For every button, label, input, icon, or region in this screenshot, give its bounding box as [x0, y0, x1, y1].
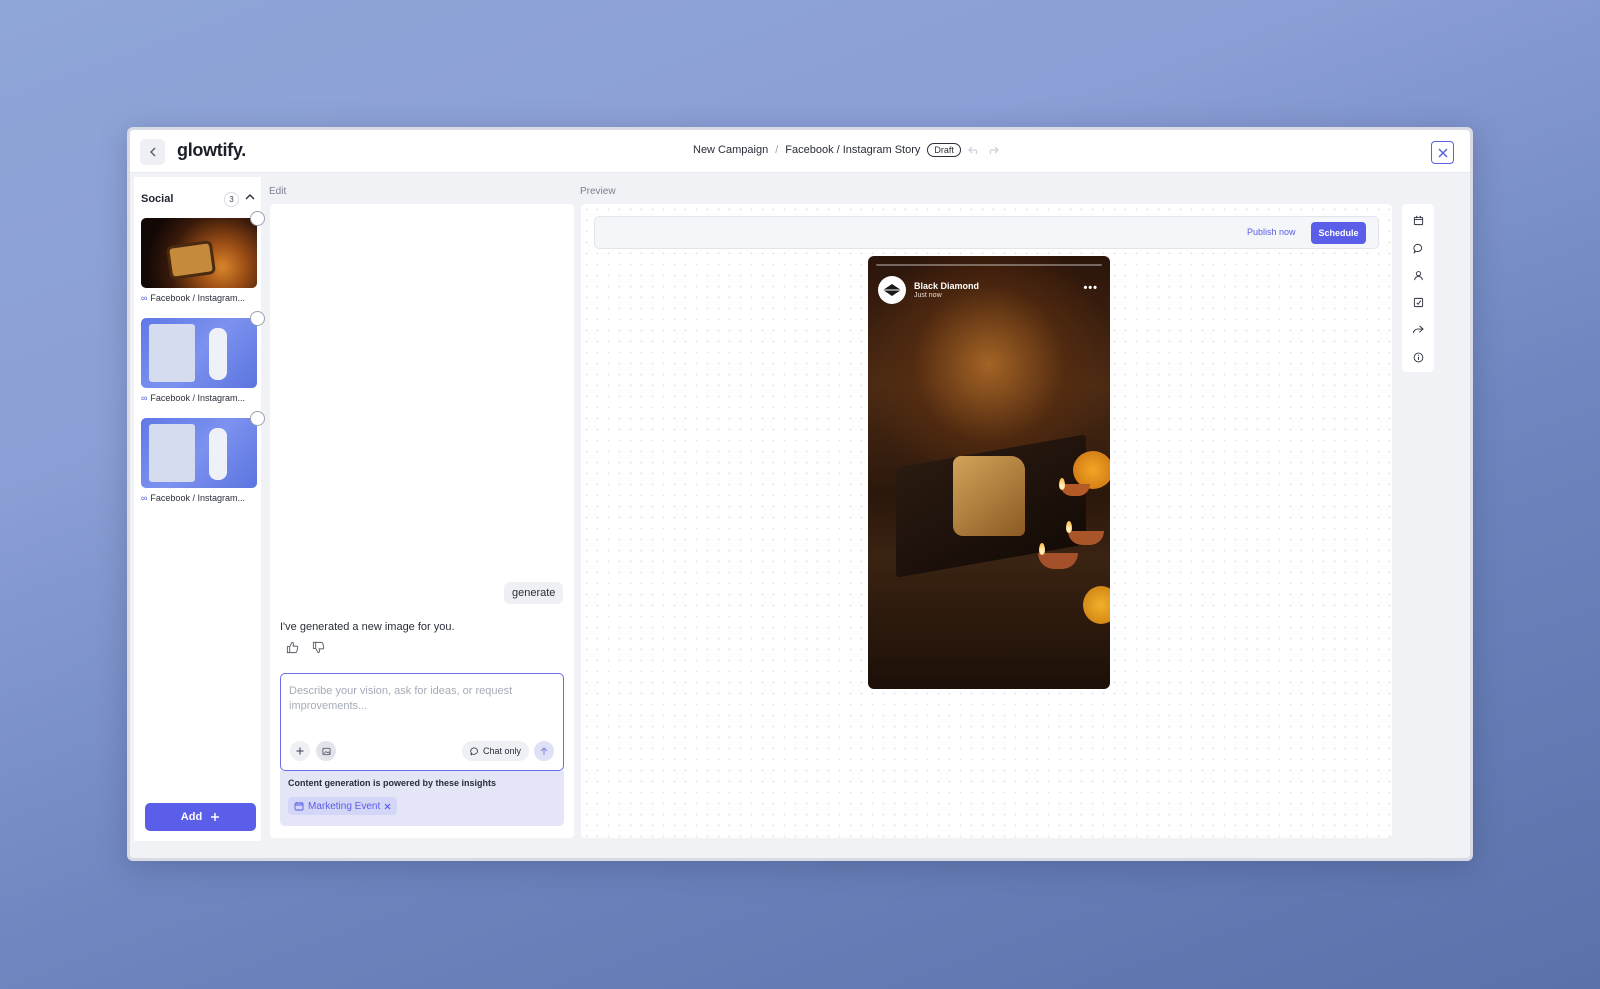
breadcrumb: New Campaign / Facebook / Instagram Stor…: [693, 143, 999, 157]
checklist-icon[interactable]: [1410, 294, 1426, 310]
story-preview[interactable]: Black Diamond Just now •••: [868, 256, 1110, 689]
add-button[interactable]: Add: [145, 803, 256, 831]
image-button[interactable]: [316, 741, 336, 761]
story-image-marigold: [1083, 586, 1110, 624]
select-radio[interactable]: [250, 211, 265, 226]
attach-button[interactable]: [290, 741, 310, 761]
post-thumbnail[interactable]: [141, 418, 257, 488]
back-button[interactable]: [140, 139, 165, 165]
more-options-icon[interactable]: •••: [1083, 282, 1098, 294]
select-radio[interactable]: [250, 411, 265, 426]
story-image-cheese: [953, 456, 1025, 536]
calendar-icon[interactable]: [1410, 212, 1426, 228]
chat-only-toggle[interactable]: Chat only: [462, 741, 530, 761]
insights-panel: Content generation is powered by these i…: [280, 771, 564, 826]
chevron-up-icon[interactable]: [244, 191, 256, 203]
app-logo[interactable]: glowtify.: [177, 140, 246, 161]
send-button[interactable]: [534, 741, 554, 761]
post-label-text: Facebook / Instagram...: [150, 293, 245, 303]
undo-icon[interactable]: [967, 145, 980, 155]
calendar-icon: [294, 802, 304, 811]
section-title: Social: [141, 193, 174, 205]
post-card[interactable]: ∞ Facebook / Instagram...: [141, 311, 265, 403]
select-radio[interactable]: [250, 311, 265, 326]
arrow-up-icon: [540, 746, 548, 755]
black-diamond-logo-icon: [883, 284, 901, 296]
share-icon[interactable]: [1410, 321, 1426, 337]
social-section-header[interactable]: Social 3: [141, 190, 259, 208]
insights-title: Content generation is powered by these i…: [288, 778, 497, 788]
prompt-composer: Chat only: [280, 673, 564, 771]
assistant-message: I've generated a new image for you.: [280, 621, 455, 633]
meta-icon: ∞: [141, 393, 148, 403]
comment-icon[interactable]: [1410, 240, 1426, 256]
post-thumbnail[interactable]: [141, 318, 257, 388]
prompt-input[interactable]: [289, 684, 551, 724]
edit-panel: generate I've generated a new image for …: [270, 204, 574, 838]
plus-icon: [296, 747, 304, 755]
account-name: Black Diamond: [914, 281, 980, 291]
add-button-label: Add: [180, 811, 203, 823]
publish-now-button[interactable]: Publish now: [1247, 227, 1296, 237]
thumbs-down-icon[interactable]: [312, 641, 325, 654]
top-bar: glowtify. New Campaign / Facebook / Inst…: [130, 130, 1470, 173]
story-progress-bar: [876, 264, 1102, 266]
thumbs-up-icon[interactable]: [286, 641, 299, 654]
story-image-diya: [1038, 553, 1078, 569]
account-avatar: [878, 276, 906, 304]
breadcrumb-separator: /: [775, 144, 779, 156]
close-button[interactable]: [1431, 141, 1454, 164]
preview-section-label: Preview: [580, 186, 616, 197]
preview-panel: Publish now Schedule Black Diamond Just …: [581, 204, 1392, 838]
story-image-flame: [1066, 521, 1072, 533]
post-label: ∞ Facebook / Instagram...: [141, 293, 257, 303]
post-label: ∞ Facebook / Instagram...: [141, 493, 257, 503]
chevron-left-icon: [149, 147, 155, 157]
post-thumbnail[interactable]: [141, 218, 257, 288]
chat-bubble-icon: [470, 746, 478, 755]
story-timestamp: Just now: [914, 292, 942, 299]
right-tool-rail: [1402, 204, 1434, 372]
plus-icon: [211, 813, 220, 821]
post-label-text: Facebook / Instagram...: [150, 393, 245, 403]
story-image-flame: [1039, 543, 1045, 555]
remove-chip-icon[interactable]: [384, 803, 391, 810]
breadcrumb-campaign[interactable]: New Campaign: [693, 144, 768, 156]
post-label-text: Facebook / Instagram...: [150, 493, 245, 503]
schedule-button[interactable]: Schedule: [1311, 222, 1366, 244]
story-image-flame: [1059, 478, 1065, 490]
image-icon: [321, 747, 331, 755]
post-label: ∞ Facebook / Instagram...: [141, 393, 257, 403]
user-icon[interactable]: [1410, 267, 1426, 283]
sidebar: Social 3 ∞ Facebook / Instagram... ∞ Fac…: [134, 177, 265, 841]
user-message-bubble: generate: [504, 582, 564, 604]
meta-icon: ∞: [141, 493, 148, 503]
insight-chip-label: Marketing Event: [308, 800, 381, 812]
status-badge: Draft: [927, 143, 961, 157]
info-icon[interactable]: [1410, 349, 1426, 365]
publish-bar: Publish now Schedule: [594, 216, 1379, 249]
post-card[interactable]: ∞ Facebook / Instagram...: [141, 411, 265, 503]
post-card[interactable]: ∞ Facebook / Instagram...: [141, 211, 265, 303]
chat-only-label: Chat only: [483, 746, 522, 756]
meta-icon: ∞: [141, 293, 148, 303]
item-count-badge: 3: [224, 192, 239, 207]
insight-chip[interactable]: Marketing Event: [288, 797, 398, 815]
close-icon: [1437, 147, 1448, 158]
story-header: Black Diamond Just now •••: [878, 276, 1100, 306]
app-window: glowtify. New Campaign / Facebook / Inst…: [127, 127, 1473, 861]
breadcrumb-current: Facebook / Instagram Story: [785, 144, 921, 156]
edit-section-label: Edit: [269, 186, 287, 197]
redo-icon[interactable]: [987, 145, 999, 155]
